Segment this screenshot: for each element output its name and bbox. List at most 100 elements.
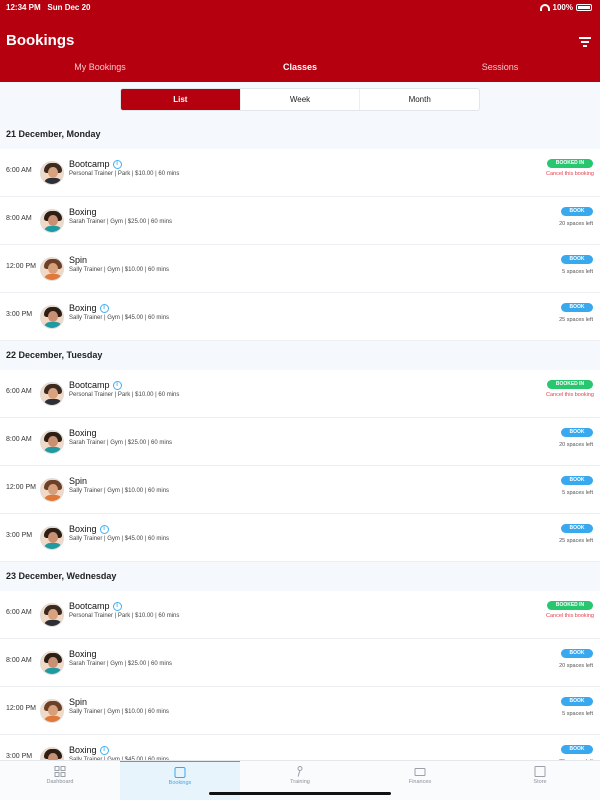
class-name-wrap: Boxing i xyxy=(69,524,109,534)
class-name-wrap: Spin xyxy=(69,476,87,486)
book-button[interactable]: BOOK xyxy=(561,303,593,312)
status-right: 100% xyxy=(539,3,592,12)
tab-label: Bookings xyxy=(168,780,192,786)
class-time: 3:00 PM xyxy=(6,532,33,539)
trainer-avatar xyxy=(40,161,64,185)
class-name-wrap: Spin xyxy=(69,255,87,265)
trainer-avatar xyxy=(40,603,64,627)
class-time: 8:00 AM xyxy=(6,215,32,222)
info-icon[interactable]: i xyxy=(99,303,109,313)
class-row[interactable]: 6:00 AM Bootcamp i Personal Trainer | Park … xyxy=(0,370,600,418)
tab-label: Store xyxy=(533,779,547,785)
info-icon[interactable]: i xyxy=(99,524,109,534)
calendar-icon xyxy=(174,767,186,778)
class-name-wrap: Boxing i xyxy=(69,745,109,755)
class-meta: Personal Trainer | Park | $10.00 | 60 mi… xyxy=(69,613,180,619)
book-button[interactable]: BOOK xyxy=(561,524,593,533)
booked-in-badge: BOOKED IN xyxy=(547,601,593,610)
class-meta: Personal Trainer | Park | $10.00 | 60 mi… xyxy=(69,171,180,177)
class-row[interactable]: 6:00 AM Bootcamp i Personal Trainer | Park … xyxy=(0,149,600,197)
class-row[interactable]: 12:00 PM Spin Sally Trainer | Gym | $10.00… xyxy=(0,687,600,735)
trainer-avatar xyxy=(40,699,64,723)
info-icon[interactable]: i xyxy=(112,380,122,390)
wifi-icon xyxy=(539,4,550,11)
info-icon[interactable]: i xyxy=(112,159,122,169)
book-button[interactable]: BOOK xyxy=(561,745,593,754)
battery-percent: 100% xyxy=(552,3,573,12)
bookings-list[interactable]: List Week Month 21 December, Monday 6:00 … xyxy=(0,82,600,760)
class-row[interactable]: 3:00 PM Boxing i Sally Trainer | Gym | $45.… xyxy=(0,293,600,341)
book-button[interactable]: BOOK xyxy=(561,207,593,216)
cancel-booking-link[interactable]: Cancel this booking xyxy=(546,171,594,177)
class-name: Boxing xyxy=(69,207,97,217)
card-icon xyxy=(414,768,426,776)
class-row[interactable]: 3:00 PM Boxing i Sally Trainer | Gym | $45.… xyxy=(0,735,600,760)
book-button[interactable]: BOOK xyxy=(561,476,593,485)
class-name: Boxing xyxy=(69,649,97,659)
class-row[interactable]: 12:00 PM Spin Sally Trainer | Gym | $10.00… xyxy=(0,245,600,293)
day-header: 22 December, Tuesday xyxy=(0,341,600,370)
filter-icon[interactable] xyxy=(578,36,592,47)
cancel-booking-link[interactable]: Cancel this booking xyxy=(546,613,594,619)
trainer-avatar xyxy=(40,478,64,502)
day-header: 23 December, Wednesday xyxy=(0,562,600,591)
view-month-button[interactable]: Month xyxy=(359,89,479,110)
home-indicator xyxy=(209,792,391,795)
view-toggle: List Week Month xyxy=(120,88,480,111)
class-name-wrap: Spin xyxy=(69,697,87,707)
tab-label: Dashboard xyxy=(46,779,74,785)
class-time: 8:00 AM xyxy=(6,436,32,443)
class-time: 6:00 AM xyxy=(6,609,32,616)
info-icon[interactable]: i xyxy=(99,745,109,755)
cancel-booking-link[interactable]: Cancel this booking xyxy=(546,392,594,398)
status-time: 12:34 PM Sun Dec 20 xyxy=(6,3,91,12)
book-button[interactable]: BOOK xyxy=(561,697,593,706)
class-row[interactable]: 8:00 AM Boxing Sarah Trainer | Gym | $25.0… xyxy=(0,197,600,245)
tab-sessions[interactable]: Sessions xyxy=(400,62,600,72)
tab-dashboard[interactable]: Dashboard xyxy=(0,761,120,800)
class-time: 12:00 PM xyxy=(6,705,36,712)
class-meta: Sally Trainer | Gym | $10.00 | 60 mins xyxy=(69,267,170,273)
tab-store[interactable]: Store xyxy=(480,761,600,800)
class-meta: Sarah Trainer | Gym | $25.00 | 60 mins xyxy=(69,219,173,225)
store-icon xyxy=(534,766,546,777)
page-title: Bookings xyxy=(6,32,75,49)
book-button[interactable]: BOOK xyxy=(561,428,593,437)
class-name-wrap: Bootcamp i xyxy=(69,601,122,611)
running-icon xyxy=(295,766,306,777)
class-time: 12:00 PM xyxy=(6,263,36,270)
class-row[interactable]: 8:00 AM Boxing Sarah Trainer | Gym | $25.0… xyxy=(0,418,600,466)
class-name: Spin xyxy=(69,697,88,707)
class-row[interactable]: 12:00 PM Spin Sally Trainer | Gym | $10.00… xyxy=(0,466,600,514)
view-list-button[interactable]: List xyxy=(121,89,240,110)
booked-in-badge: BOOKED IN xyxy=(547,159,593,168)
info-icon[interactable]: i xyxy=(112,601,122,611)
trainer-avatar xyxy=(40,209,64,233)
app-header: 12:34 PM Sun Dec 20 100% Bookings My Boo… xyxy=(0,0,600,82)
class-row[interactable]: 3:00 PM Boxing i Sally Trainer | Gym | $45.… xyxy=(0,514,600,562)
class-row[interactable]: 8:00 AM Boxing Sarah Trainer | Gym | $25.0… xyxy=(0,639,600,687)
class-meta: Sally Trainer | Gym | $45.00 | 60 mins xyxy=(69,536,170,542)
spaces-left: 25 spaces left xyxy=(559,317,593,323)
class-meta: Sarah Trainer | Gym | $25.00 | 60 mins xyxy=(69,661,173,667)
class-time: 8:00 AM xyxy=(6,657,32,664)
spaces-left: 5 spaces left xyxy=(562,490,593,496)
spaces-left: 25 spaces left xyxy=(559,538,593,544)
class-meta: Sally Trainer | Gym | $10.00 | 60 mins xyxy=(69,488,170,494)
class-meta: Personal Trainer | Park | $10.00 | 60 mi… xyxy=(69,392,180,398)
tab-my-bookings[interactable]: My Bookings xyxy=(0,62,200,72)
book-button[interactable]: BOOK xyxy=(561,255,593,264)
class-name-wrap: Bootcamp i xyxy=(69,380,122,390)
class-name: Boxing xyxy=(69,303,97,313)
class-name-wrap: Bootcamp i xyxy=(69,159,122,169)
battery-icon xyxy=(576,4,592,11)
book-button[interactable]: BOOK xyxy=(561,649,593,658)
class-time: 6:00 AM xyxy=(6,167,32,174)
class-meta: Sarah Trainer | Gym | $25.00 | 60 mins xyxy=(69,440,173,446)
class-name-wrap: Boxing xyxy=(69,207,97,217)
class-row[interactable]: 6:00 AM Bootcamp i Personal Trainer | Park … xyxy=(0,591,600,639)
tab-label: Finances xyxy=(408,779,432,785)
view-week-button[interactable]: Week xyxy=(239,89,360,110)
class-time: 3:00 PM xyxy=(6,311,33,318)
tab-classes[interactable]: Classes xyxy=(200,62,400,72)
